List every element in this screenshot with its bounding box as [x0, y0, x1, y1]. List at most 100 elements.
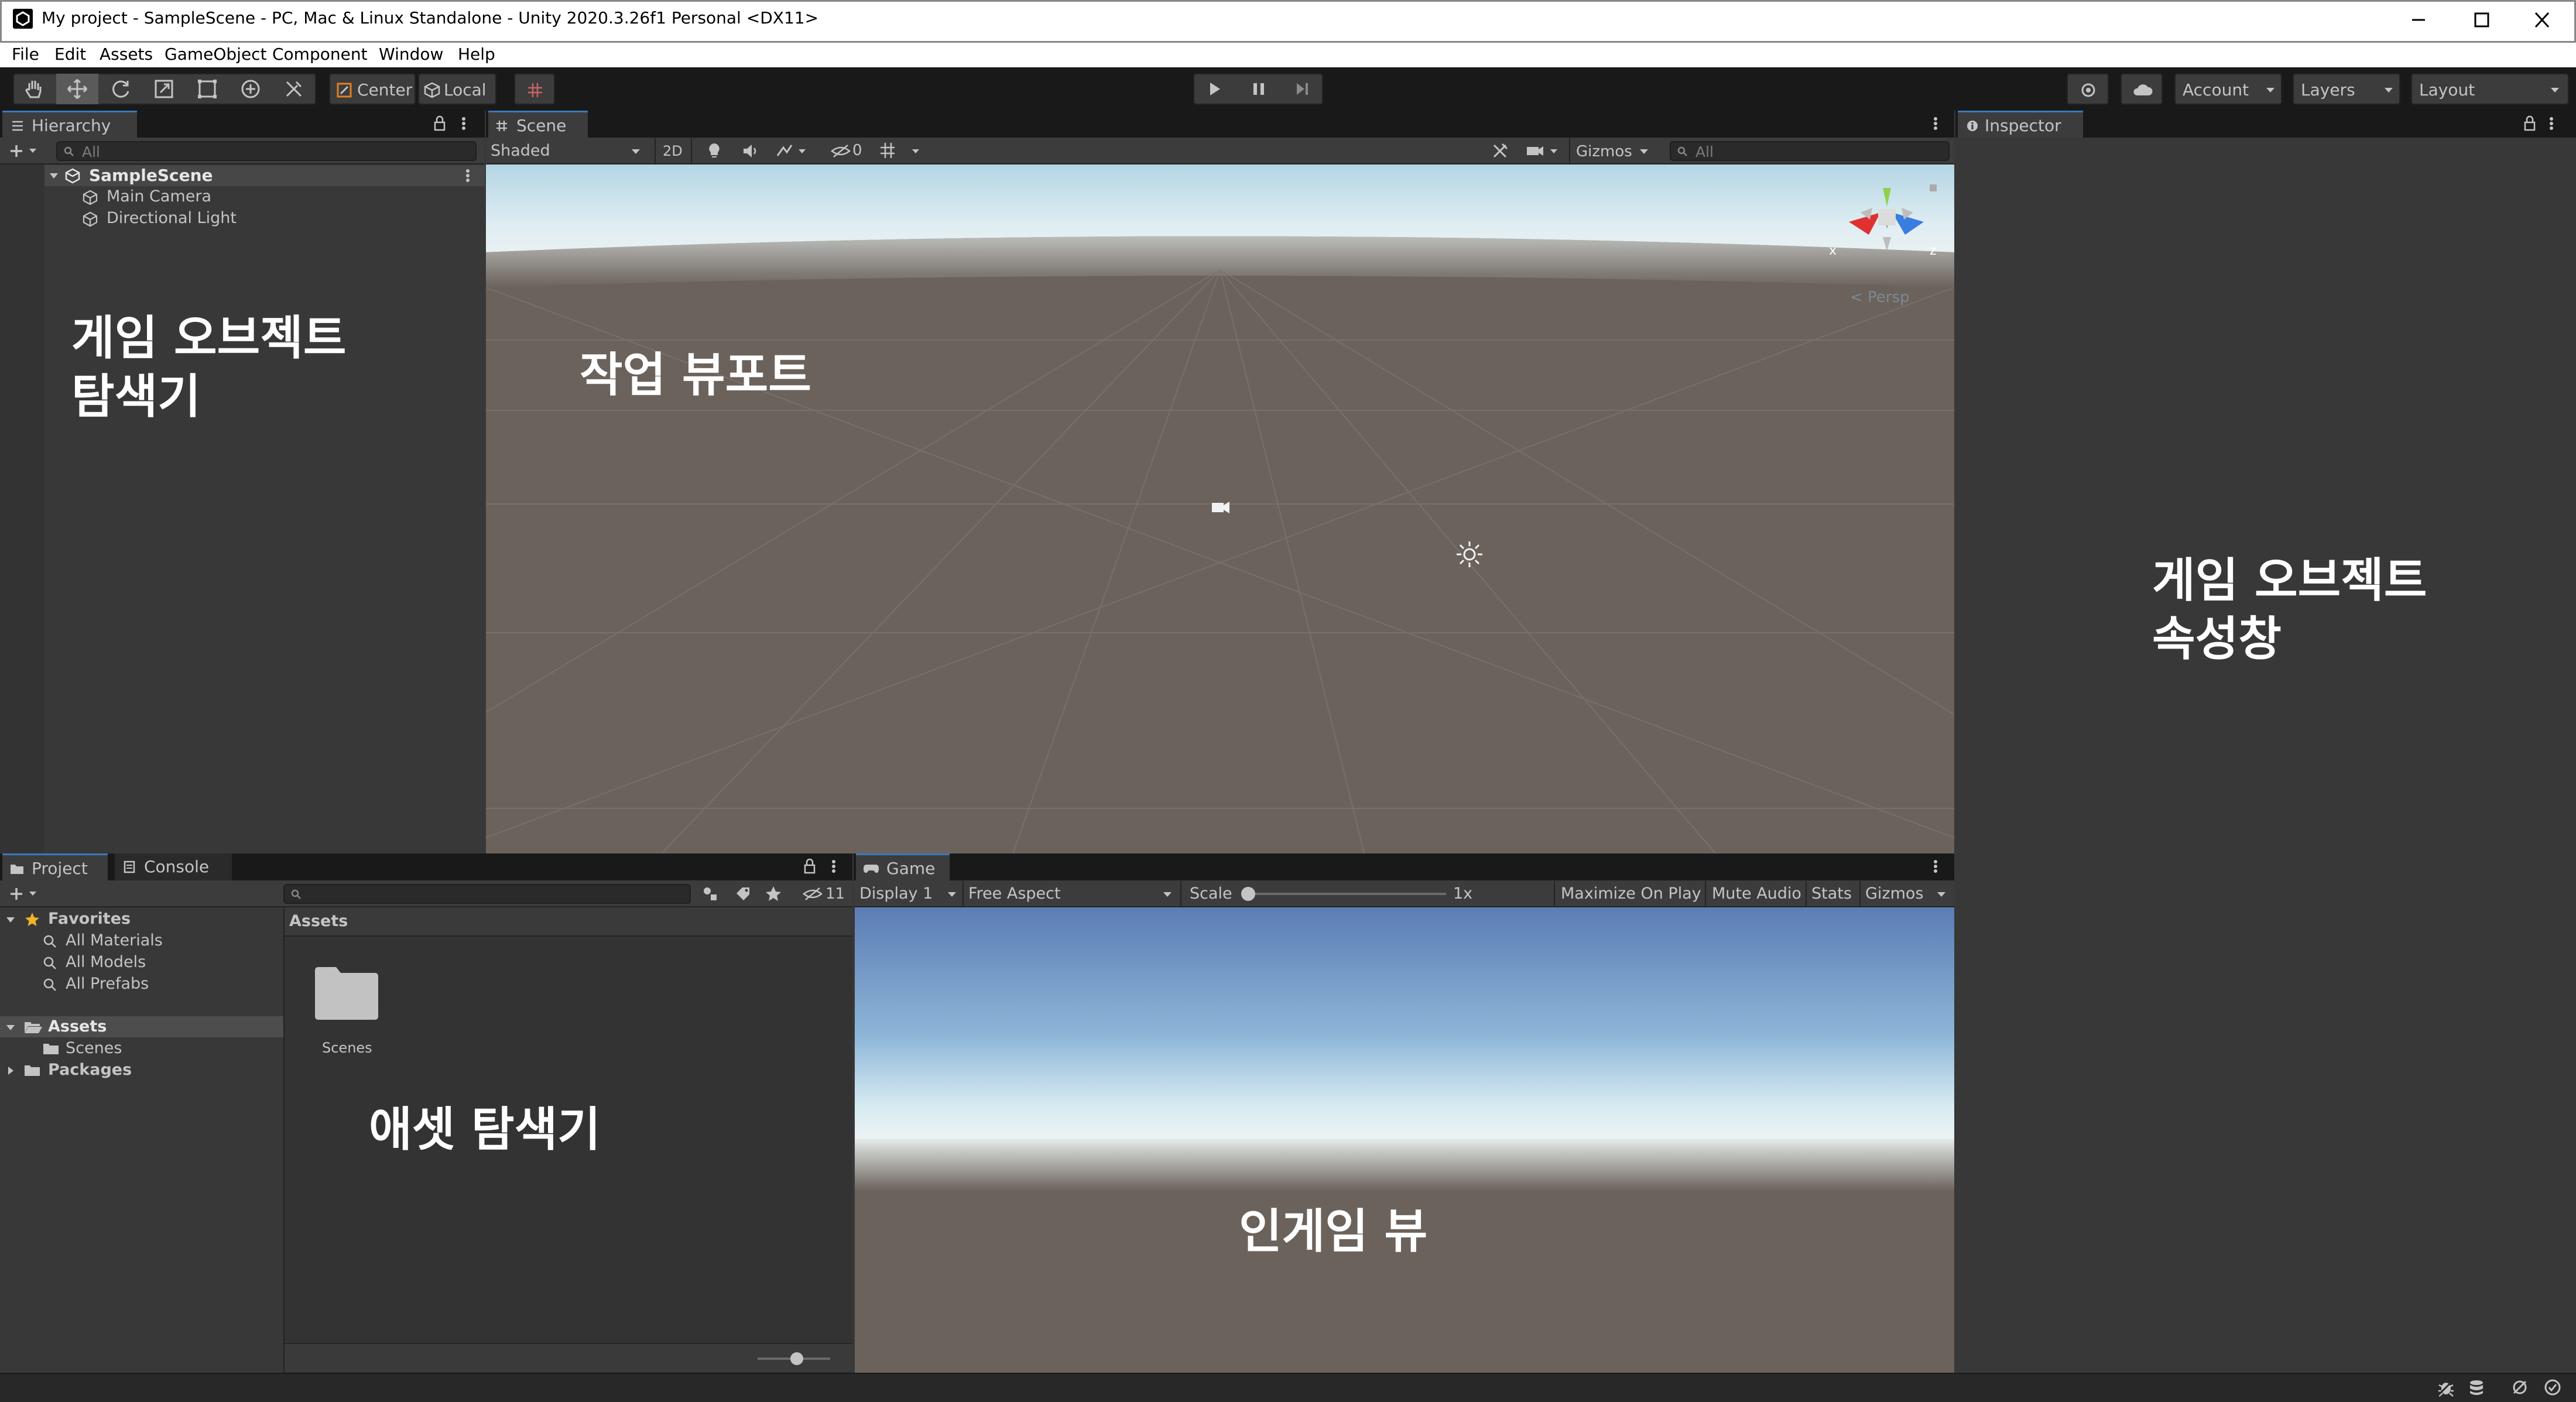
favorite-star-icon[interactable] [763, 884, 783, 904]
camera-dropdown-icon[interactable] [1525, 140, 1567, 162]
scene-grid-icon [496, 121, 507, 131]
tab-console[interactable]: Console [115, 853, 232, 880]
icon-size-slider-thumb[interactable] [790, 1352, 803, 1365]
auto-generate-lighting-icon[interactable] [2509, 1377, 2530, 1398]
scale-slider-track[interactable] [1249, 893, 1446, 895]
step-button[interactable] [1292, 78, 1313, 100]
scale-tool-icon[interactable] [151, 76, 177, 102]
add-icon[interactable] [8, 883, 41, 904]
layout-dropdown[interactable]: Layout [2411, 73, 2569, 105]
collab-button[interactable] [2067, 73, 2109, 105]
tab-project[interactable]: Project [2, 853, 108, 880]
cloud-button[interactable] [2121, 73, 2163, 105]
stats-toggle[interactable]: Stats [1806, 881, 1858, 907]
gizmos-dropdown[interactable]: Gizmos [1569, 138, 1658, 164]
cache-server-icon[interactable] [2466, 1377, 2487, 1398]
effects-dropdown-icon[interactable] [774, 140, 809, 162]
breadcrumb[interactable]: Assets [289, 912, 348, 930]
kebab-menu-icon[interactable] [459, 115, 468, 132]
project-search-input[interactable] [283, 884, 691, 904]
camera-gizmo-icon[interactable] [1207, 497, 1233, 517]
projection-persp-label[interactable]: < Persp [1850, 289, 1910, 306]
hierarchy-search-input[interactable]: All [56, 141, 477, 161]
chevron-down-icon [1937, 892, 1945, 897]
hierarchy-item-directional-light[interactable]: Directional Light [82, 208, 433, 229]
layers-dropdown[interactable]: Layers [2293, 73, 2400, 105]
hidden-objects-toggle[interactable]: 0 [828, 138, 869, 164]
menu-gameobject[interactable]: GameObject [165, 44, 267, 64]
kebab-menu-icon[interactable] [463, 167, 472, 184]
hierarchy-scene-row[interactable]: SampleScene [44, 165, 485, 186]
favorite-label: All Materials [66, 931, 163, 949]
progress-check-icon[interactable] [2542, 1377, 2563, 1398]
tab-hierarchy[interactable]: Hierarchy [2, 111, 137, 138]
directional-light-gizmo-icon[interactable] [1454, 539, 1485, 570]
grid-snap-button[interactable] [514, 73, 555, 105]
tree-item-all-materials[interactable]: All Materials [42, 930, 276, 951]
project-breadcrumb-bar: Assets [285, 907, 852, 937]
kebab-menu-icon[interactable] [829, 858, 838, 875]
pause-button[interactable] [1248, 78, 1269, 100]
chevron-down-icon [1640, 149, 1648, 154]
kebab-menu-icon[interactable] [1931, 858, 1940, 875]
pivot-local-button[interactable]: Local [418, 73, 496, 105]
scene-search-input[interactable]: All [1670, 141, 1950, 161]
tree-item-assets[interactable]: Assets [0, 1016, 283, 1037]
account-dropdown[interactable]: Account [2174, 73, 2282, 105]
project-hidden-toggle[interactable]: 11 [802, 882, 851, 906]
label-tag-icon[interactable] [733, 884, 753, 904]
tab-inspector[interactable]: Inspector [1958, 111, 2083, 138]
rotate-tool-icon[interactable] [108, 76, 133, 102]
tab-scene[interactable]: Scene [488, 111, 588, 138]
rect-tool-icon[interactable] [194, 76, 220, 102]
grid-dropdown-icon[interactable] [877, 140, 926, 162]
lock-icon[interactable] [2522, 115, 2537, 132]
hierarchy-item-main-camera[interactable]: Main Camera [82, 186, 433, 207]
lock-icon[interactable] [802, 858, 817, 875]
tree-item-all-prefabs[interactable]: All Prefabs [42, 973, 276, 995]
menu-window[interactable]: Window [379, 44, 443, 64]
tools-icon[interactable] [1489, 140, 1510, 162]
menu-help[interactable]: Help [458, 44, 495, 64]
lock-icon[interactable] [432, 115, 447, 132]
aspect-dropdown[interactable]: Free Aspect [965, 881, 1181, 907]
menu-assets[interactable]: Assets [100, 44, 153, 64]
tab-game[interactable]: Game [856, 853, 950, 880]
maximize-button[interactable] [2467, 9, 2496, 30]
game-viewport[interactable]: 인게임 뷰 [855, 907, 1954, 1373]
maximize-on-play-toggle[interactable]: Maximize On Play [1554, 881, 1704, 907]
close-button[interactable] [2527, 9, 2557, 30]
shading-mode-dropdown[interactable]: Shaded [486, 138, 648, 164]
menu-component[interactable]: Component [272, 44, 368, 64]
tree-item-scenes[interactable]: Scenes [42, 1038, 276, 1059]
scene-viewport[interactable]: x z < Persp 작업 뷰포트 [486, 164, 1954, 853]
mute-audio-toggle[interactable]: Mute Audio [1705, 881, 1809, 907]
play-button[interactable] [1204, 78, 1225, 100]
custom-tool-icon[interactable] [281, 76, 307, 102]
menu-file[interactable]: File [12, 44, 39, 64]
scene-orientation-gizmo[interactable] [1827, 176, 1944, 270]
game-gizmos-dropdown[interactable]: Gizmos [1859, 881, 1954, 907]
menu-edit[interactable]: Edit [54, 44, 86, 64]
tree-item-packages[interactable]: Packages [0, 1060, 283, 1081]
kebab-menu-icon[interactable] [2547, 115, 2556, 132]
hand-tool-icon[interactable] [21, 76, 47, 102]
minimize-button[interactable] [2404, 9, 2433, 30]
bug-icon[interactable] [2435, 1377, 2457, 1398]
search-by-type-icon[interactable] [700, 884, 720, 904]
tree-item-favorites[interactable]: Favorites [0, 909, 283, 930]
hierarchy-item-label: Directional Light [107, 209, 237, 227]
pivot-center-button[interactable]: Center [329, 73, 416, 105]
transform-tool-icon[interactable] [238, 76, 263, 102]
scale-slider-thumb[interactable] [1241, 887, 1255, 901]
lighting-bulb-icon[interactable] [704, 140, 725, 162]
audio-speaker-icon[interactable] [740, 140, 761, 162]
display-dropdown[interactable]: Display 1 [855, 881, 964, 907]
add-icon[interactable] [8, 140, 41, 162]
kebab-menu-icon[interactable] [1931, 115, 1940, 132]
toggle-2d-button[interactable]: 2D [655, 138, 692, 164]
tree-item-all-models[interactable]: All Models [42, 952, 276, 973]
move-tool-icon[interactable] [64, 76, 90, 102]
list-icon [12, 121, 23, 131]
asset-folder-scenes[interactable]: Scenes [308, 960, 384, 1065]
